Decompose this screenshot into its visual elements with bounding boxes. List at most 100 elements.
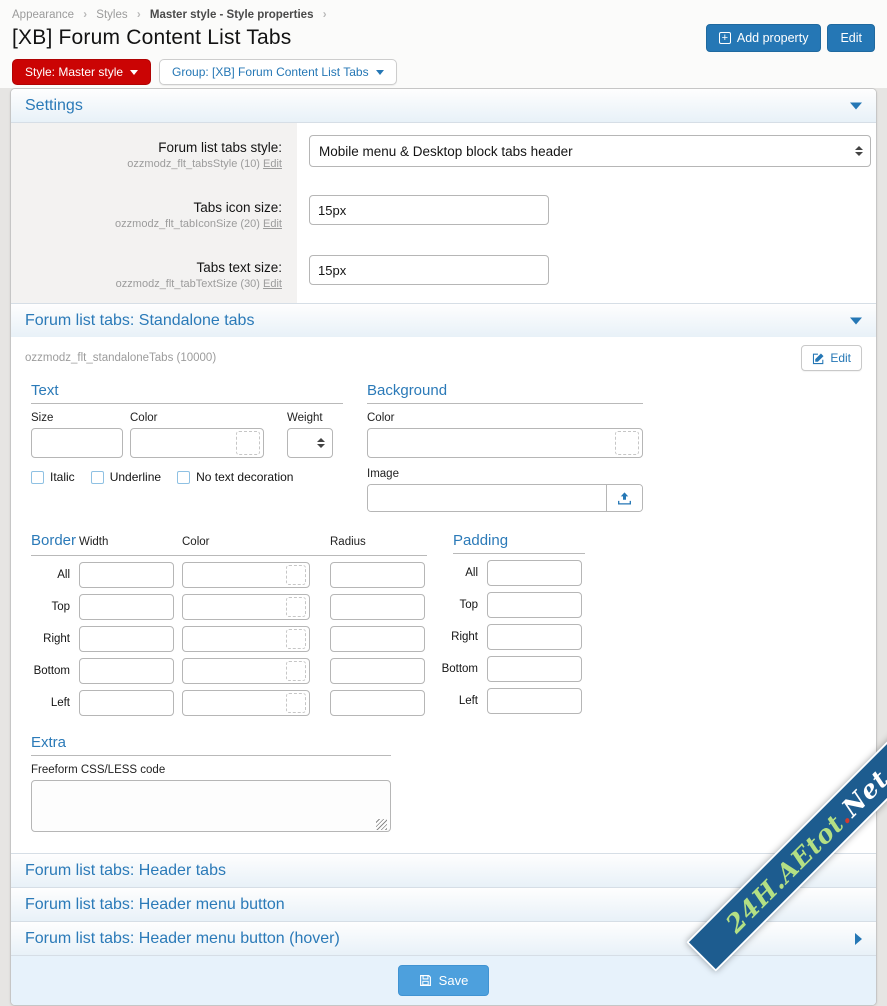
upload-icon bbox=[617, 491, 632, 506]
page-header: Appearance › Styles › Master style - Sty… bbox=[0, 0, 887, 88]
chevron-down-icon bbox=[130, 70, 138, 75]
floppy-disk-icon bbox=[419, 974, 432, 987]
border-row-label: Right bbox=[31, 633, 79, 645]
padding-row-label: All bbox=[439, 567, 487, 579]
border-row-label: Left bbox=[31, 697, 79, 709]
property-id: ozzmodz_flt_tabTextSize (30) bbox=[116, 278, 260, 290]
background-color-input[interactable] bbox=[368, 430, 615, 456]
property-edit-link[interactable]: Edit bbox=[263, 158, 282, 170]
padding-input[interactable] bbox=[487, 656, 582, 682]
section-title: Forum list tabs: Header menu button bbox=[25, 896, 285, 913]
padding-row-right: Right bbox=[439, 624, 585, 650]
border-color-input[interactable] bbox=[183, 562, 286, 588]
background-image-input[interactable] bbox=[368, 485, 606, 511]
border-color-input[interactable] bbox=[183, 626, 286, 652]
padding-row-label: Bottom bbox=[439, 663, 487, 675]
breadcrumb-appearance[interactable]: Appearance bbox=[12, 9, 74, 21]
property-id: ozzmodz_flt_tabIconSize (20) bbox=[115, 218, 260, 230]
group-title-border: Border bbox=[31, 532, 79, 549]
standalone-edit-label: Edit bbox=[830, 351, 851, 365]
tabs-text-size-input[interactable] bbox=[309, 255, 549, 285]
edit-button-label: Edit bbox=[840, 31, 862, 45]
add-property-button[interactable]: + Add property bbox=[706, 24, 822, 52]
setting-value-cell: Mobile menu & Desktop block tabs header bbox=[297, 123, 877, 183]
border-color-column: Color bbox=[182, 536, 330, 548]
background-color-label: Color bbox=[367, 412, 643, 424]
standalone-edit-button[interactable]: Edit bbox=[801, 345, 862, 371]
caret-down-icon bbox=[850, 317, 862, 324]
border-width-column: Width bbox=[79, 536, 182, 548]
padding-row-label: Left bbox=[439, 695, 487, 707]
color-swatch[interactable] bbox=[286, 661, 306, 681]
border-width-input[interactable] bbox=[79, 690, 174, 716]
underline-checkbox[interactable]: Underline bbox=[91, 470, 161, 484]
forum-list-tabs-style-select[interactable]: Mobile menu & Desktop block tabs header bbox=[309, 135, 871, 167]
style-selector-button[interactable]: Style: Master style bbox=[12, 59, 151, 85]
color-swatch[interactable] bbox=[615, 431, 639, 455]
section-header-settings[interactable]: Settings bbox=[11, 89, 876, 123]
section-header-standalone-tabs[interactable]: Forum list tabs: Standalone tabs bbox=[11, 303, 876, 337]
upload-button[interactable] bbox=[606, 485, 642, 511]
border-radius-input[interactable] bbox=[330, 562, 425, 588]
plus-square-icon: + bbox=[719, 32, 731, 44]
italic-label: Italic bbox=[50, 470, 75, 484]
breadcrumb-separator: › bbox=[137, 9, 141, 21]
setting-label: Forum list tabs style: bbox=[21, 140, 282, 155]
border-color-input[interactable] bbox=[183, 658, 286, 684]
color-swatch[interactable] bbox=[286, 565, 306, 585]
color-swatch[interactable] bbox=[286, 629, 306, 649]
resize-grip[interactable] bbox=[376, 819, 387, 830]
text-size-label: Size bbox=[31, 412, 123, 424]
border-color-input[interactable] bbox=[183, 594, 286, 620]
add-property-label: Add property bbox=[737, 31, 809, 45]
border-width-input[interactable] bbox=[79, 594, 174, 620]
property-edit-link[interactable]: Edit bbox=[263, 278, 282, 290]
border-radius-input[interactable] bbox=[330, 690, 425, 716]
padding-input[interactable] bbox=[487, 560, 582, 586]
border-radius-input[interactable] bbox=[330, 626, 425, 652]
text-size-input[interactable] bbox=[31, 428, 123, 458]
padding-input[interactable] bbox=[487, 624, 582, 650]
border-width-input[interactable] bbox=[79, 626, 174, 652]
padding-input[interactable] bbox=[487, 592, 582, 618]
text-color-input[interactable] bbox=[131, 430, 236, 456]
border-color-input[interactable] bbox=[183, 690, 286, 716]
group-selector-label: Group: [XB] Forum Content List Tabs bbox=[172, 65, 369, 79]
border-radius-input[interactable] bbox=[330, 658, 425, 684]
save-button[interactable]: Save bbox=[398, 965, 490, 996]
style-selector-label: Style: Master style bbox=[25, 65, 123, 79]
caret-down-icon bbox=[850, 102, 862, 109]
border-width-input[interactable] bbox=[79, 562, 174, 588]
group-selector-button[interactable]: Group: [XB] Forum Content List Tabs bbox=[159, 59, 397, 85]
color-swatch[interactable] bbox=[236, 431, 260, 455]
no-text-decoration-checkbox[interactable]: No text decoration bbox=[177, 470, 293, 484]
text-weight-select[interactable] bbox=[287, 428, 333, 458]
breadcrumb-current[interactable]: Master style - Style properties bbox=[150, 9, 314, 21]
border-row-all: All bbox=[31, 562, 427, 588]
border-row-label: Bottom bbox=[31, 665, 79, 677]
border-row-bottom: Bottom bbox=[31, 658, 427, 684]
panel-footer: Save bbox=[11, 955, 876, 1005]
edit-button[interactable]: Edit bbox=[827, 24, 875, 52]
border-row-left: Left bbox=[31, 690, 427, 716]
italic-checkbox[interactable]: Italic bbox=[31, 470, 75, 484]
border-radius-input[interactable] bbox=[330, 594, 425, 620]
extra-style-group: Extra Freeform CSS/LESS code bbox=[31, 734, 391, 837]
breadcrumb-styles[interactable]: Styles bbox=[96, 9, 127, 21]
color-swatch[interactable] bbox=[286, 597, 306, 617]
padding-input[interactable] bbox=[487, 688, 582, 714]
group-title-padding: Padding bbox=[453, 532, 508, 549]
border-style-group: Border Width Color Radius All Top bbox=[31, 532, 427, 716]
color-swatch[interactable] bbox=[286, 693, 306, 713]
border-width-input[interactable] bbox=[79, 658, 174, 684]
section-title: Settings bbox=[25, 97, 83, 114]
border-row-right: Right bbox=[31, 626, 427, 652]
underline-label: Underline bbox=[110, 470, 161, 484]
style-properties-panel: Settings Forum list tabs style: ozzmodz_… bbox=[10, 88, 877, 1006]
property-edit-link[interactable]: Edit bbox=[263, 218, 282, 230]
text-color-label: Color bbox=[130, 412, 264, 424]
tabs-icon-size-input[interactable] bbox=[309, 195, 549, 225]
section-title: Forum list tabs: Header tabs bbox=[25, 862, 226, 879]
setting-value-cell bbox=[297, 243, 877, 303]
freeform-css-textarea[interactable] bbox=[31, 780, 391, 832]
